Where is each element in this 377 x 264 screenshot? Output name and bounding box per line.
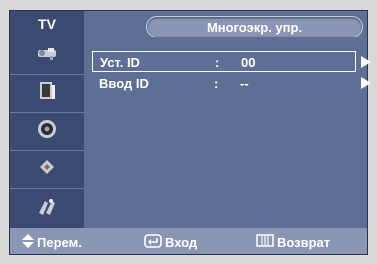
speaker-icon	[34, 79, 60, 108]
help-move-label: Перем.	[37, 235, 82, 250]
sidebar-item-setup[interactable]	[10, 189, 84, 229]
setup-icon	[34, 195, 60, 224]
sidebar	[10, 37, 84, 229]
menu-row-value: 00	[241, 55, 256, 70]
sidebar-item-picture[interactable]	[10, 37, 84, 75]
menu-row-colon: :	[214, 76, 219, 91]
sidebar-item-sound[interactable]	[10, 113, 84, 151]
menu-content: Уст. ID : 00 Ввод ID : --	[84, 37, 371, 229]
sound-icon	[34, 117, 60, 146]
menu-icon	[256, 234, 274, 250]
sidebar-item-channel[interactable]	[10, 151, 84, 189]
page-title: Многоэкр. упр.	[146, 16, 363, 38]
menu-row-label: Уст. ID	[100, 55, 140, 70]
enter-icon	[144, 234, 162, 251]
arrow-right-icon[interactable]	[361, 77, 371, 89]
menu-row-enter-id[interactable]: Ввод ID : --	[92, 73, 356, 94]
help-enter: Вход	[144, 234, 197, 251]
sidebar-item-speaker[interactable]	[10, 75, 84, 113]
up-down-arrows-icon	[22, 234, 34, 251]
menu-row-value: --	[240, 76, 249, 91]
help-return: Возврат	[256, 234, 330, 250]
menu-row-colon: :	[215, 55, 220, 70]
help-move: Перем.	[22, 234, 82, 251]
arrow-right-icon[interactable]	[361, 56, 371, 68]
channel-icon	[34, 155, 60, 184]
title-bar: Многоэкр. упр.	[84, 11, 367, 38]
help-bar: Перем. Вход Возврат	[10, 228, 367, 254]
help-return-label: Возврат	[277, 234, 331, 250]
osd-frame: TV Многоэкр. упр. Уст. ID: 00 Ввод ID:…	[9, 10, 371, 255]
help-enter-label: Вход	[165, 235, 198, 250]
tv-label: TV	[10, 11, 84, 37]
picture-icon	[34, 45, 60, 66]
menu-row-set-id[interactable]: Уст. ID : 00	[92, 51, 356, 72]
menu-row-label: Ввод ID	[99, 76, 149, 91]
